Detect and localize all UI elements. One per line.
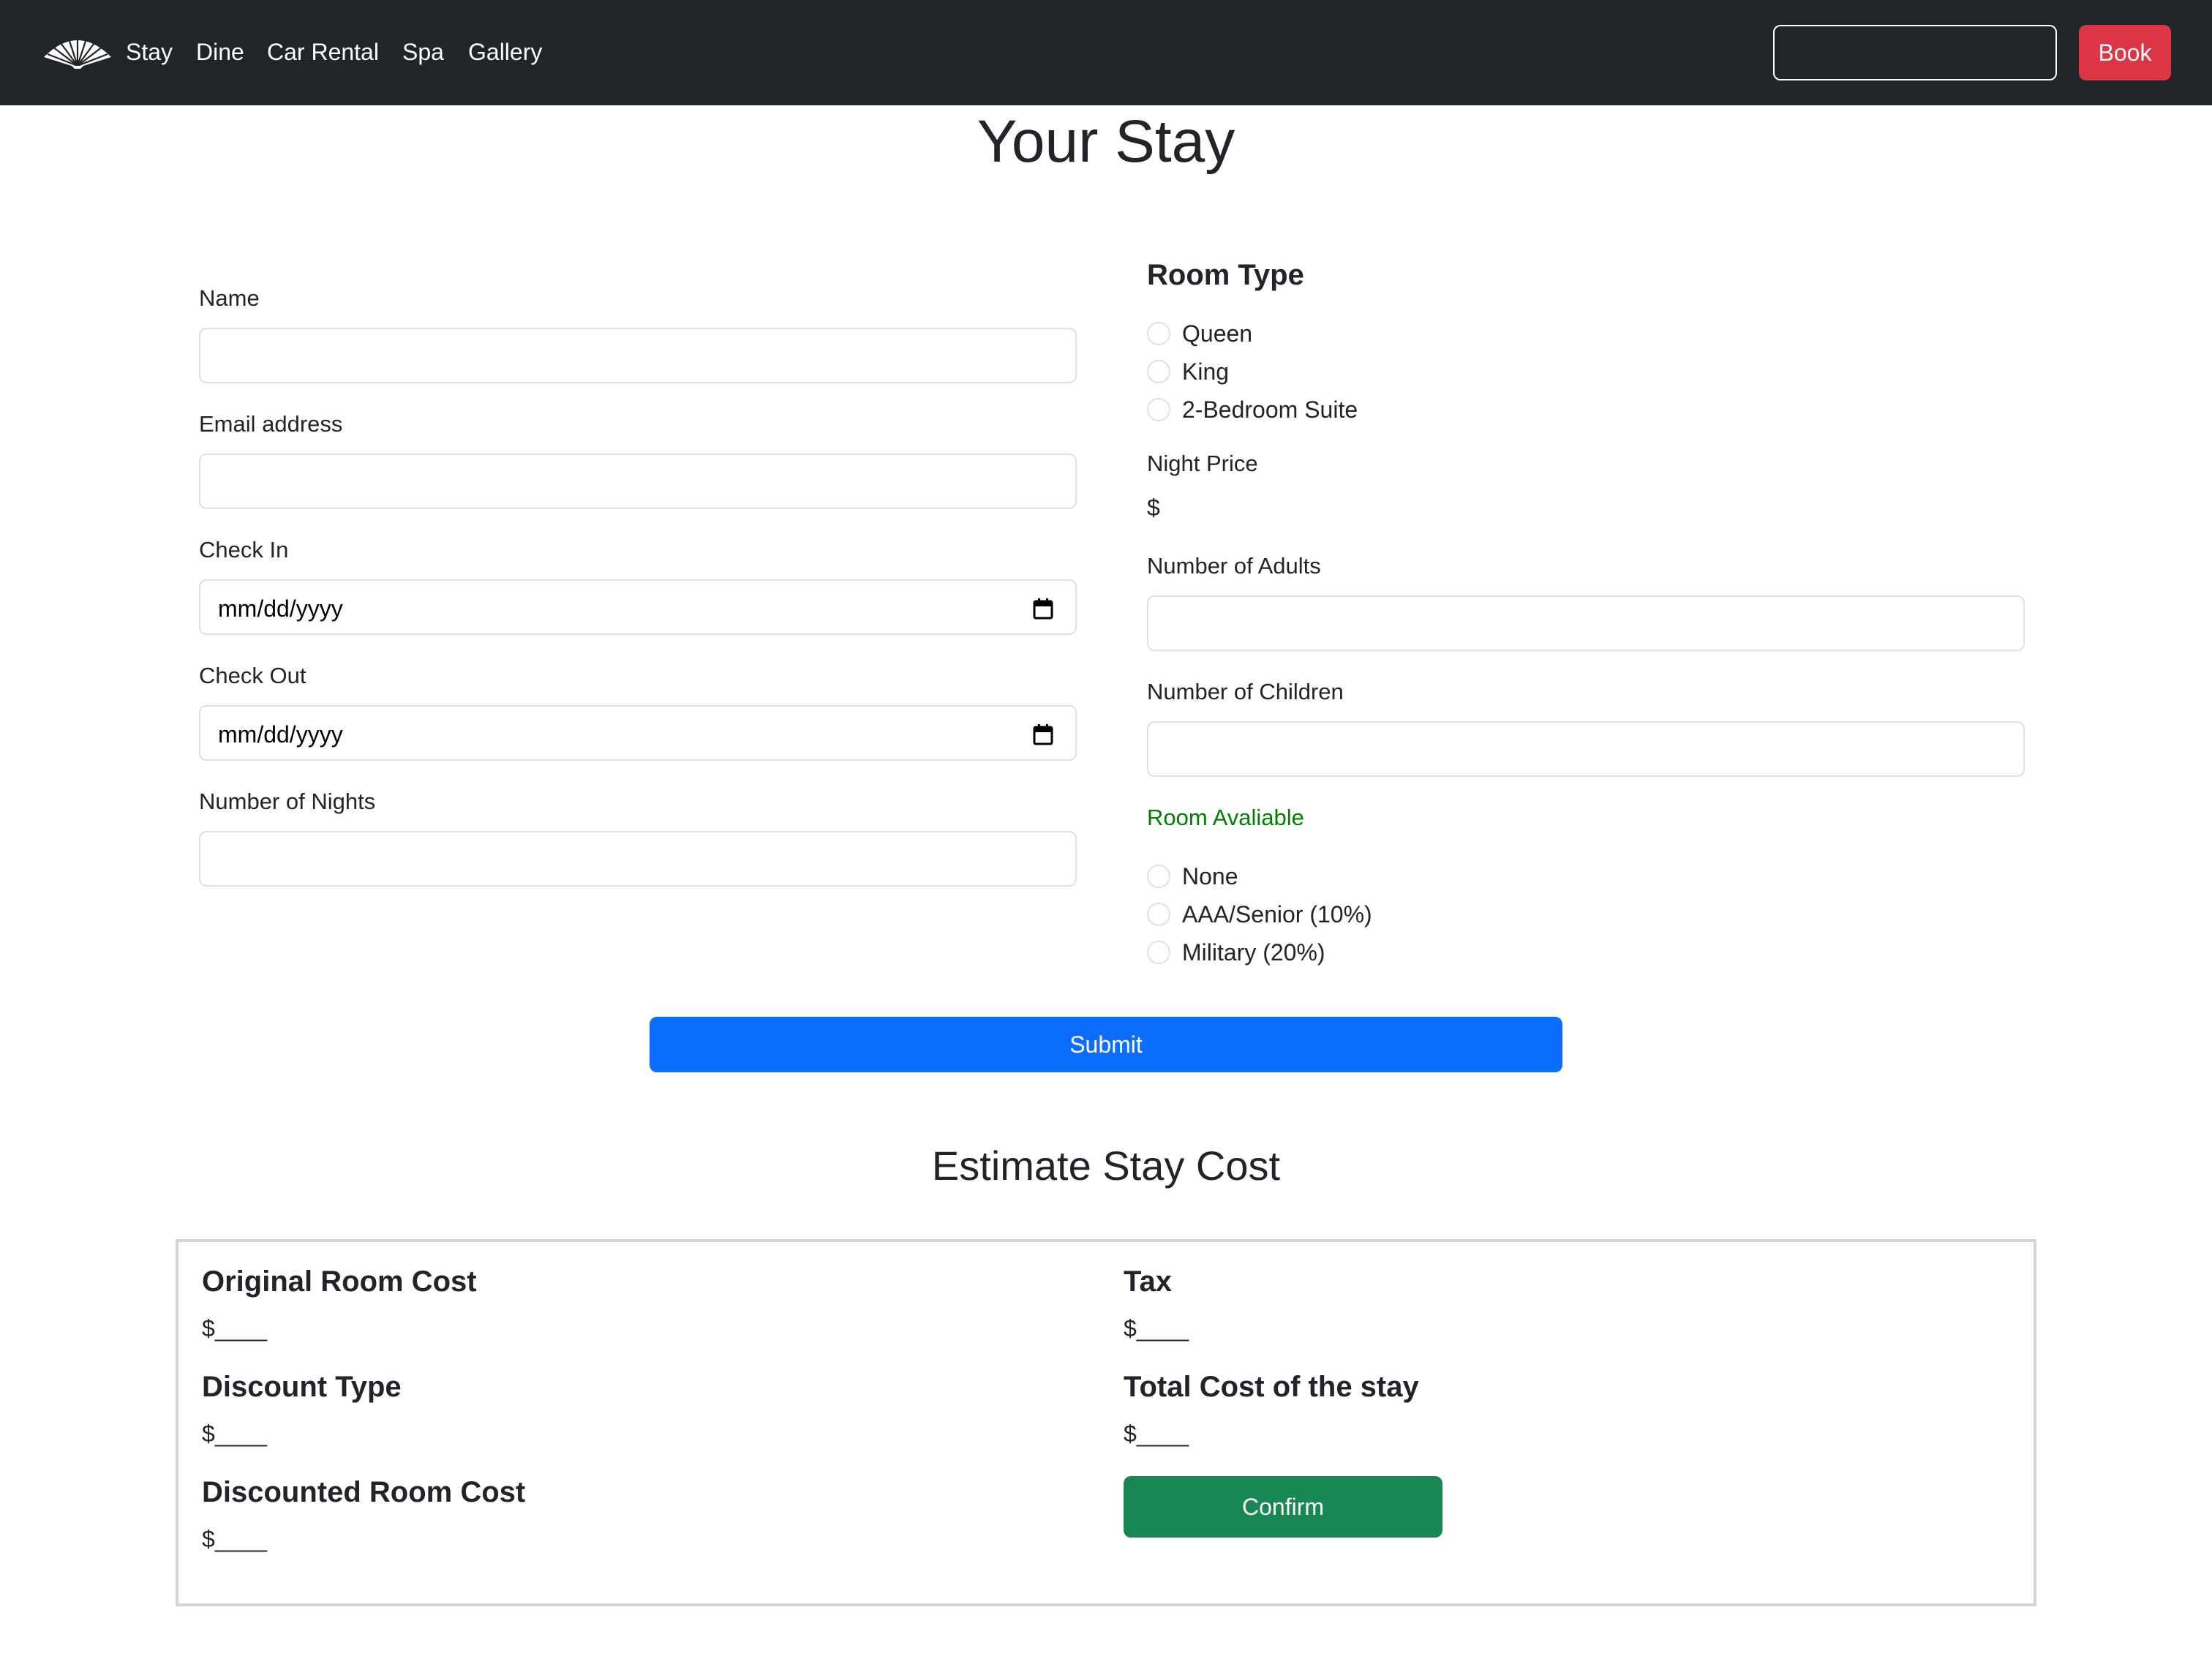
original-room-cost-value: $____ bbox=[202, 1315, 267, 1342]
adults-input[interactable] bbox=[1147, 595, 2025, 651]
discount-radio-none[interactable] bbox=[1147, 865, 1170, 888]
total-cost-value: $____ bbox=[1124, 1421, 1189, 1447]
email-label: Email address bbox=[199, 411, 343, 437]
discounted-room-cost-heading: Discounted Room Cost bbox=[202, 1476, 526, 1508]
check-in-placeholder: mm/dd/yyyy bbox=[218, 595, 343, 622]
nights-input[interactable] bbox=[199, 831, 1077, 887]
check-out-label: Check Out bbox=[199, 663, 306, 688]
discount-radio-aaa-senior[interactable] bbox=[1147, 903, 1170, 926]
confirm-button[interactable]: Confirm bbox=[1124, 1476, 1442, 1538]
room-type-label-king[interactable]: King bbox=[1182, 357, 1229, 386]
children-input[interactable] bbox=[1147, 721, 2025, 777]
check-out-date-input[interactable]: mm/dd/yyyy bbox=[199, 705, 1077, 761]
room-type-heading: Room Type bbox=[1147, 259, 1304, 291]
name-label: Name bbox=[199, 285, 260, 311]
nav-link-car-rental[interactable]: Car Rental bbox=[267, 35, 379, 69]
discount-type-heading: Discount Type bbox=[202, 1371, 402, 1403]
children-label: Number of Children bbox=[1147, 679, 1344, 704]
discount-label-aaa-senior[interactable]: AAA/Senior (10%) bbox=[1182, 900, 1372, 929]
room-type-label-suite[interactable]: 2-Bedroom Suite bbox=[1182, 395, 1358, 424]
room-type-label-queen[interactable]: Queen bbox=[1182, 319, 1252, 348]
room-availability-status: Room Avaliable bbox=[1147, 805, 1304, 830]
discount-radio-military[interactable] bbox=[1147, 941, 1170, 964]
nav-link-stay[interactable]: Stay bbox=[126, 35, 173, 69]
book-button[interactable]: Book bbox=[2079, 25, 2171, 80]
adults-label: Number of Adults bbox=[1147, 553, 1321, 579]
discount-type-value: $____ bbox=[202, 1421, 267, 1447]
calendar-icon[interactable] bbox=[1033, 723, 1053, 745]
top-navbar: Stay Dine Car Rental Spa Gallery Book bbox=[0, 0, 2212, 105]
room-type-radio-suite[interactable] bbox=[1147, 398, 1170, 421]
nav-link-dine[interactable]: Dine bbox=[196, 35, 244, 69]
email-input[interactable] bbox=[199, 454, 1077, 509]
tax-value: $____ bbox=[1124, 1315, 1189, 1342]
fan-logo-icon[interactable] bbox=[41, 32, 114, 70]
tax-heading: Tax bbox=[1124, 1265, 1172, 1298]
check-out-placeholder: mm/dd/yyyy bbox=[218, 721, 343, 748]
discount-label-none[interactable]: None bbox=[1182, 862, 1238, 891]
discounted-room-cost-value: $____ bbox=[202, 1526, 267, 1552]
submit-button[interactable]: Submit bbox=[650, 1017, 1562, 1072]
check-in-date-input[interactable]: mm/dd/yyyy bbox=[199, 579, 1077, 635]
check-in-label: Check In bbox=[199, 537, 289, 563]
page-title: Your Stay bbox=[977, 108, 1235, 175]
nav-link-gallery[interactable]: Gallery bbox=[468, 35, 542, 69]
original-room-cost-heading: Original Room Cost bbox=[202, 1265, 477, 1298]
name-input[interactable] bbox=[199, 328, 1077, 383]
estimate-section-title: Estimate Stay Cost bbox=[931, 1143, 1281, 1189]
room-type-radio-king[interactable] bbox=[1147, 360, 1170, 383]
night-price-label: Night Price bbox=[1147, 451, 1258, 476]
calendar-icon[interactable] bbox=[1033, 598, 1053, 620]
discount-label-military[interactable]: Military (20%) bbox=[1182, 938, 1325, 967]
total-cost-heading: Total Cost of the stay bbox=[1124, 1371, 1419, 1403]
nav-search-input[interactable] bbox=[1773, 25, 2057, 80]
night-price-value: $ bbox=[1147, 494, 1160, 521]
nights-label: Number of Nights bbox=[199, 789, 376, 814]
nav-link-spa[interactable]: Spa bbox=[402, 35, 444, 69]
room-type-radio-queen[interactable] bbox=[1147, 322, 1170, 345]
